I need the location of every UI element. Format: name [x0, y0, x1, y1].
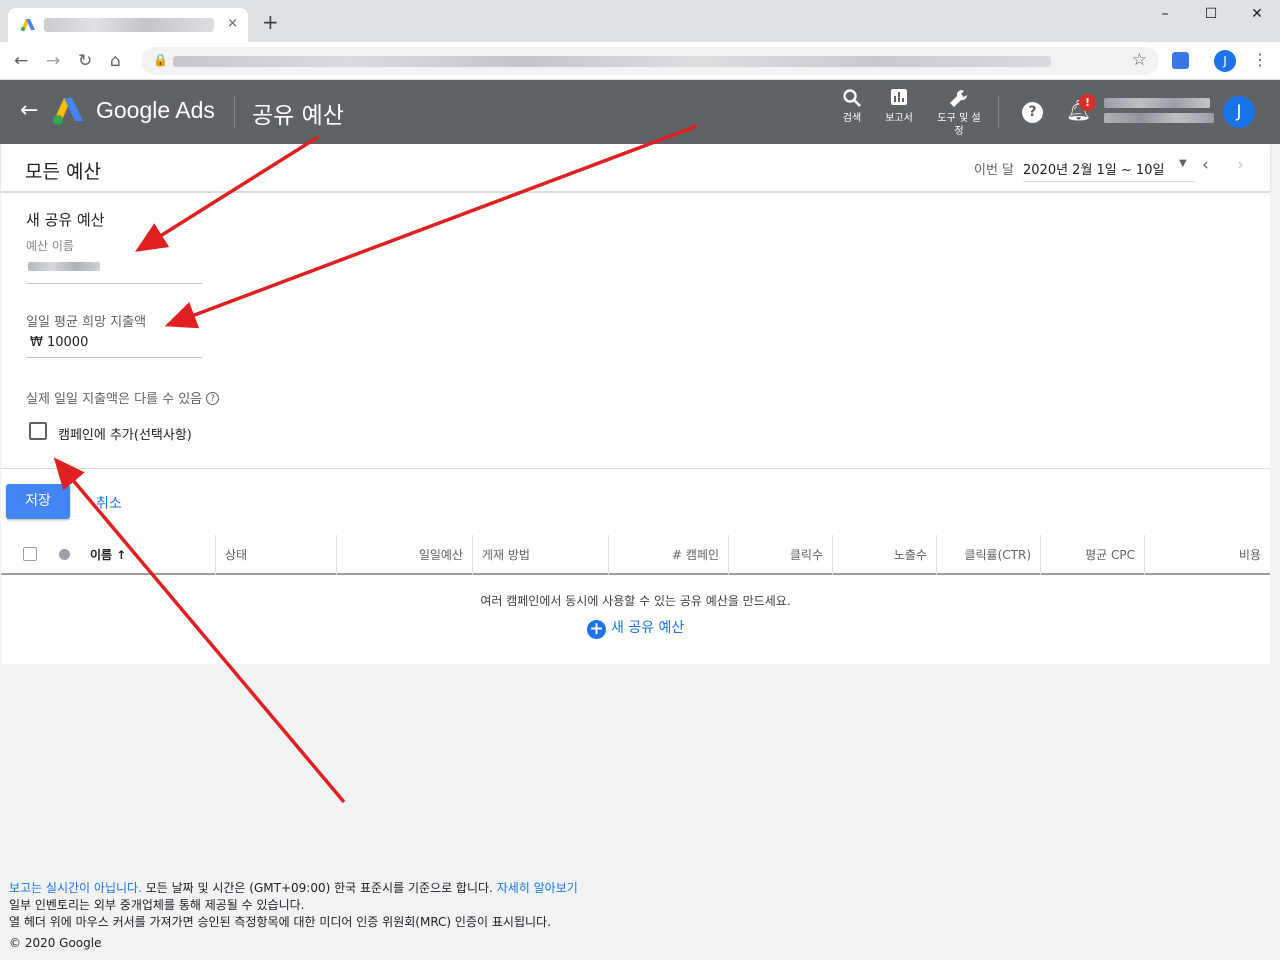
budget-name-field[interactable] — [28, 262, 100, 271]
address-bar[interactable]: 🔒 ☆ — [141, 47, 1159, 75]
create-shared-budget-link[interactable]: + 새 공유 예산 — [587, 617, 684, 639]
column-header-impressions[interactable]: 노출수 — [833, 535, 937, 575]
form-title: 새 공유 예산 — [26, 211, 105, 229]
page-title: 공유 예산 — [252, 103, 344, 129]
close-window-button[interactable]: ✕ — [1234, 6, 1280, 22]
tools-settings-label: 도구 및 설정 — [937, 113, 981, 137]
date-range-selector[interactable]: 2020년 2월 1일 ~ 10일 — [1023, 156, 1195, 182]
browser-tabstrip: × + – ☐ ✕ — [0, 0, 1280, 42]
header-divider — [234, 96, 235, 128]
add-circle-icon: + — [587, 620, 606, 639]
extension-icon[interactable] — [1172, 52, 1189, 69]
footer-line-2: 일부 인벤토리는 외부 중개업체를 통해 제공될 수 있습니다. — [9, 898, 305, 912]
date-range-value: 2020년 2월 1일 ~ 10일 — [1023, 163, 1165, 178]
daily-amount-label: 일일 평균 희망 지출액 — [26, 315, 147, 330]
reports-button[interactable]: 보고서 — [874, 88, 924, 125]
learn-more-link[interactable]: 자세히 알아보기 — [497, 881, 578, 895]
bookmark-star-icon[interactable]: ☆ — [1132, 50, 1147, 70]
google-ads-favicon-icon — [21, 19, 35, 31]
new-tab-button[interactable]: + — [262, 12, 279, 32]
reload-icon[interactable]: ↻ — [78, 51, 92, 71]
daily-amount-underline — [26, 357, 202, 358]
new-budget-card: 새 공유 예산 예산 이름 일일 평균 희망 지출액 ₩ 10000 실제 일일… — [1, 193, 1270, 664]
column-header-status[interactable]: 상태 — [216, 535, 337, 575]
tab-title-blurred — [44, 18, 214, 32]
column-header-cost[interactable]: 비용 — [1145, 535, 1270, 575]
lock-icon: 🔒 — [153, 53, 168, 67]
search-button[interactable]: 검색 — [827, 88, 877, 125]
create-shared-budget-label: 새 공유 예산 — [611, 620, 685, 636]
account-name-blurred — [1104, 98, 1210, 108]
back-arrow-icon[interactable]: ← — [20, 98, 38, 123]
divider — [1, 468, 1270, 469]
daily-amount-field[interactable]: ₩ 10000 — [30, 335, 88, 350]
help-circle-icon[interactable]: ? — [206, 392, 220, 405]
browser-toolbar: ← → ↻ ⌂ 🔒 ☆ — [0, 42, 1280, 80]
footer-line-3: 열 헤더 위에 마우스 커서를 가져가면 승인된 측정항목에 대한 미디어 인증… — [9, 915, 551, 929]
tools-settings-button[interactable]: 도구 및 설정 — [934, 88, 984, 138]
search-label: 검색 — [842, 113, 862, 124]
search-icon — [827, 88, 877, 112]
maximize-button[interactable]: ☐ — [1188, 6, 1234, 22]
date-range-label: 이번 달 — [974, 163, 1015, 178]
column-header-avg-cpc[interactable]: 평균 CPC — [1041, 535, 1145, 575]
add-to-campaign-checkbox[interactable] — [29, 422, 47, 440]
url-blurred — [173, 56, 1051, 67]
table-header: 이름 ↑ 상태 일일예산 게재 방법 # 캠페인 클릭수 노출수 클릭률(CTR… — [1, 535, 1270, 575]
column-header-campaigns[interactable]: # 캠페인 — [609, 535, 729, 575]
spend-note: 실제 일일 지출액은 다를 수 있음? — [26, 388, 220, 407]
google-ads-logo-icon — [53, 98, 83, 125]
cancel-button[interactable]: 취소 — [96, 493, 122, 513]
realtime-notice-link[interactable]: 보고는 실시간이 아닙니다. — [9, 881, 142, 895]
footer-notes: 보고는 실시간이 아닙니다. 모든 날짜 및 시간은 (GMT+09:00) 한… — [9, 880, 578, 931]
timezone-note: 모든 날짜 및 시간은 (GMT+09:00) 한국 표준시를 기준으로 합니다… — [141, 881, 497, 895]
sort-arrow-icon: ↑ — [116, 548, 127, 562]
column-header-delivery[interactable]: 게재 방법 — [473, 535, 609, 575]
browser-tab[interactable]: × — [8, 8, 248, 42]
account-avatar[interactable]: J — [1223, 96, 1255, 128]
budget-name-label: 예산 이름 — [26, 239, 74, 253]
help-icon[interactable]: ? — [1022, 102, 1043, 123]
header-divider — [998, 96, 999, 128]
column-header-clicks[interactable]: 클릭수 — [729, 535, 833, 575]
forward-arrow-icon[interactable]: → — [46, 51, 60, 71]
status-dot-icon — [59, 549, 70, 560]
browser-profile-avatar[interactable]: J — [1214, 50, 1236, 72]
back-arrow-icon[interactable]: ← — [14, 51, 28, 71]
copyright: © 2020 Google — [9, 936, 102, 950]
footer-line-1: 보고는 실시간이 아닙니다. 모든 날짜 및 시간은 (GMT+09:00) 한… — [9, 880, 578, 897]
select-all-checkbox[interactable] — [23, 547, 37, 561]
ads-header: ← Google Ads 공유 예산 검색 보고서 도구 및 설정 ? 🔔︎ !… — [0, 80, 1280, 144]
dropdown-caret-icon[interactable]: ▼ — [1179, 158, 1187, 169]
column-header-daily-budget[interactable]: 일일예산 — [337, 535, 473, 575]
browser-menu-icon[interactable]: ⋮ — [1252, 50, 1268, 69]
section-title: 모든 예산 — [25, 161, 101, 183]
home-icon[interactable]: ⌂ — [110, 51, 121, 71]
budget-name-underline — [26, 283, 202, 284]
wrench-icon — [934, 88, 984, 112]
account-id-blurred — [1104, 113, 1214, 123]
column-header-ctr[interactable]: 클릭률(CTR) — [937, 535, 1041, 575]
empty-state-message: 여러 캠페인에서 동시에 사용할 수 있는 공유 예산을 만드세요. — [480, 594, 791, 608]
save-button[interactable]: 저장 — [6, 484, 70, 519]
chevron-right-icon[interactable]: › — [1237, 155, 1244, 175]
tab-close-icon[interactable]: × — [227, 16, 238, 31]
bar-chart-icon — [874, 88, 924, 112]
add-to-campaign-label[interactable]: 캠페인에 추가(선택사항) — [58, 424, 192, 443]
minimize-button[interactable]: – — [1142, 6, 1188, 22]
chevron-left-icon[interactable]: ‹ — [1202, 155, 1209, 175]
page-subheader: 모든 예산 이번 달 2020년 2월 1일 ~ 10일 ▼ ‹ › — [1, 144, 1270, 192]
column-header-name[interactable]: 이름 ↑ — [81, 535, 216, 575]
reports-label: 보고서 — [885, 113, 913, 124]
notification-badge: ! — [1079, 94, 1096, 111]
spend-note-text: 실제 일일 지출액은 다를 수 있음 — [26, 392, 203, 407]
brand-name: Google Ads — [96, 97, 215, 123]
